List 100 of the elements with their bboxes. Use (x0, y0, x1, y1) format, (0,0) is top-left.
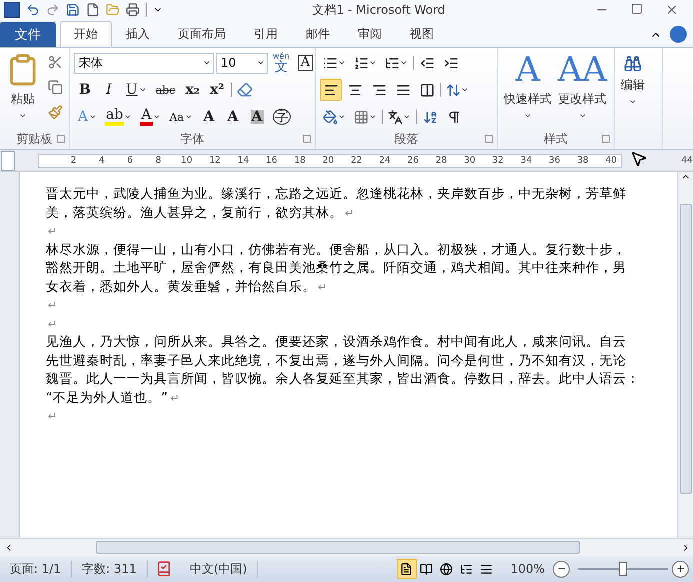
superscript-button[interactable]: x² (206, 79, 229, 101)
text-line: 魏晋。此人一一为具言所闻，皆叹惋。余人各复延至其家，皆出酒食。停数日，辞去。此中人语云： (46, 372, 640, 387)
caret-icon (461, 86, 469, 94)
caret-icon (257, 59, 265, 67)
paint-bucket-icon (323, 110, 338, 124)
language-label[interactable]: 中文(中国) (180, 560, 258, 578)
text-line: 见渔人，乃大惊，问所从来。具答之。便要还家，设酒杀鸡作食。村中闻有此人，咸来问讯。自云 (46, 335, 626, 350)
underline-button[interactable]: U (122, 79, 150, 101)
scissors-icon (48, 54, 62, 70)
bold-button[interactable]: B (74, 79, 96, 101)
ruler-number: 20 (322, 156, 336, 166)
undo-icon[interactable] (26, 3, 40, 17)
editing-button[interactable]: 编辑 (619, 51, 647, 129)
close-icon[interactable] (665, 3, 679, 17)
numbered-list-icon (354, 56, 369, 70)
file-tab[interactable]: 文件 (0, 22, 56, 47)
ruler-number: 36 (548, 156, 562, 166)
paragraph-mark: ↵ (345, 206, 355, 220)
ruler-number: 10 (180, 156, 194, 166)
styles-button[interactable]: AA 更改样式 (556, 51, 610, 129)
styles-button[interactable]: A 快速样式 (502, 51, 554, 129)
align-justify-icon (396, 82, 410, 98)
ruler-number: 38 (576, 156, 590, 166)
vertical-scroll-thumb[interactable] (680, 204, 692, 494)
ruler-number: 14 (236, 156, 250, 166)
caret-icon (369, 59, 377, 67)
strike-button[interactable]: abc (152, 79, 180, 101)
caret-icon (19, 112, 27, 120)
page-count[interactable]: 页面: 1/1 (0, 560, 72, 578)
bullet-list-icon (323, 56, 338, 70)
outdent-icon (420, 56, 434, 70)
ribbon-tab[interactable]: 引用 (240, 21, 292, 47)
phonetic-guide-button[interactable]: wén 文 (270, 52, 293, 74)
caret-icon (89, 113, 98, 121)
eraser-icon (236, 82, 253, 98)
up-down-arrows-icon (446, 82, 461, 98)
font-name-field[interactable]: 宋体 (74, 52, 214, 74)
align-center-icon (348, 82, 362, 98)
paragraph-mark: ↵ (48, 299, 58, 312)
ruler-number: 22 (350, 156, 364, 166)
font-size-field[interactable]: 10 (216, 52, 268, 74)
ruler-number: 12 (208, 156, 222, 166)
zoom-out-button[interactable] (553, 560, 570, 578)
ribbon-tab[interactable]: 页面布局 (164, 21, 240, 47)
caret-icon (403, 113, 411, 121)
text-line: 美，落英缤纷。渔人甚异之，复前行，欲穷其林。 (46, 206, 343, 220)
caret-icon (152, 113, 161, 121)
paragraph-mark: ↵ (48, 318, 58, 330)
zoom-slider-thumb[interactable] (619, 562, 627, 576)
grow-button[interactable]: A (198, 106, 220, 128)
text-line: 女衣着，悉如外人。黄发垂髫，并怡然自乐。 (46, 280, 316, 294)
case-button[interactable]: Aa (166, 106, 196, 128)
text-line: 先世避秦时乱，率妻子邑人来此绝境，不复出焉，遂与外人间隔。问今是何世，乃不知有汉，无论 (46, 354, 626, 368)
horizontal-scroll-thumb[interactable] (96, 541, 580, 554)
dialog-launcher-icon[interactable] (602, 135, 610, 143)
paste-button[interactable]: 粘贴 (4, 51, 42, 129)
print-layout-icon (400, 562, 414, 576)
ribbon-tab[interactable]: 视图 (396, 21, 448, 47)
outline-icon (460, 562, 474, 576)
ruler-number: 40 (604, 156, 618, 166)
caret-icon (369, 113, 377, 121)
shading-button[interactable]: A (246, 106, 268, 128)
printer-icon[interactable] (126, 3, 140, 17)
save-icon[interactable] (66, 3, 80, 17)
ribbon-tab[interactable]: 插入 (112, 21, 164, 47)
ruler-number: 16 (265, 156, 278, 166)
subscript-button[interactable]: x₂ (182, 79, 204, 101)
ribbon-tab[interactable]: 邮件 (292, 21, 344, 47)
ribbon-tab[interactable]: 审阅 (344, 21, 396, 47)
ribbon-tab[interactable]: 开始 (60, 21, 112, 47)
grid-icon (354, 110, 369, 124)
italic-button[interactable]: I (98, 79, 120, 101)
multilevel-list-icon (385, 56, 400, 70)
proofing-icon[interactable] (156, 561, 172, 577)
caret-icon (629, 98, 637, 106)
ruler-number: 26 (406, 156, 420, 166)
horizontal-ruler[interactable]: 2 4 6 8 10 12 14 16 18 20 22 24 26 28 30 32 34 36 38 40 (38, 154, 622, 168)
print-layout-view-button[interactable] (396, 559, 417, 579)
dialog-launcher-icon[interactable] (303, 135, 311, 143)
highlight-button[interactable]: ab (102, 106, 136, 128)
binoculars-icon (624, 55, 642, 73)
caret-icon (338, 59, 346, 67)
shrink-button[interactable]: A (222, 106, 244, 128)
color-button[interactable]: A (137, 106, 164, 128)
ruler-number: 18 (293, 156, 307, 166)
dialog-launcher-icon[interactable] (57, 135, 65, 143)
word-count[interactable]: 字数: 311 (72, 560, 148, 578)
new-document-icon[interactable] (86, 3, 100, 17)
language-icon (388, 110, 403, 124)
paintbrush-icon (48, 104, 62, 120)
caret-icon (524, 112, 532, 120)
zoom-in-button[interactable] (672, 560, 689, 578)
ruler-number: 24 (378, 156, 392, 166)
text-line: 晋太元中，武陵人捕鱼为业。缘溪行，忘路之远近。忽逢桃花林，夹岸数百步，中无杂树，芳草鲜 (46, 187, 626, 202)
dialog-launcher-icon[interactable] (485, 135, 493, 143)
redo-icon[interactable] (46, 3, 60, 17)
zoom-level[interactable]: 100% (510, 562, 545, 576)
maximize-icon[interactable] (631, 3, 643, 15)
align-left-button[interactable] (320, 79, 342, 101)
ruler-number: 2 (70, 156, 78, 166)
